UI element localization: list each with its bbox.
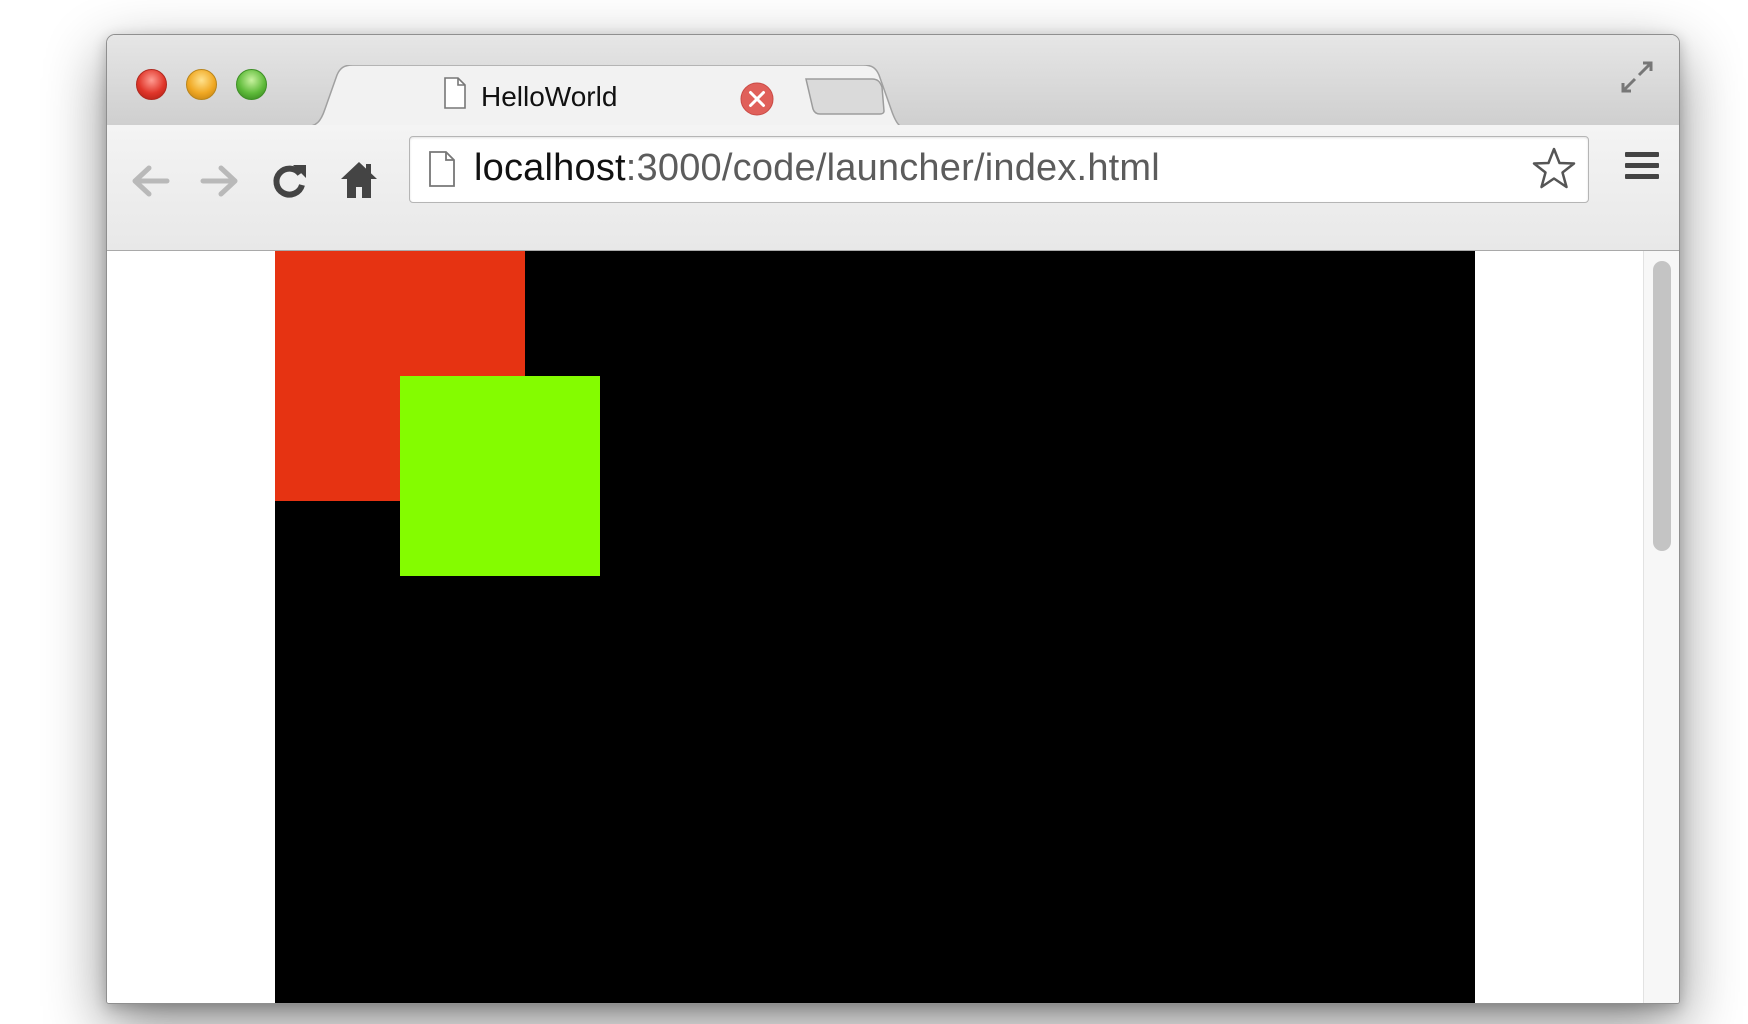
- window-close-button[interactable]: [136, 69, 167, 100]
- document-icon: [444, 77, 466, 109]
- vertical-scrollbar[interactable]: [1643, 251, 1679, 1003]
- fullscreen-icon[interactable]: [1619, 59, 1655, 95]
- document-icon: [429, 151, 455, 187]
- url-text[interactable]: localhost:3000/code/launcher/index.html: [474, 147, 1160, 190]
- scrollbar-thumb[interactable]: [1653, 261, 1671, 551]
- new-tab-button[interactable]: [804, 77, 886, 115]
- tab-title: HelloWorld: [481, 81, 618, 112]
- close-icon[interactable]: [739, 81, 775, 117]
- menu-icon[interactable]: [1625, 148, 1659, 184]
- url-path: :3000/code/launcher/index.html: [625, 147, 1160, 189]
- game-canvas[interactable]: [275, 251, 1475, 1003]
- green-square: [400, 376, 600, 576]
- forward-arrow-icon[interactable]: [199, 163, 241, 199]
- star-icon[interactable]: [1530, 145, 1578, 193]
- tab-strip: HelloWorld: [107, 35, 1679, 127]
- page-viewport: [107, 251, 1679, 1003]
- tab-helloworld[interactable]: HelloWorld: [303, 65, 903, 127]
- url-host: localhost: [474, 147, 626, 189]
- back-arrow-icon[interactable]: [129, 163, 171, 199]
- window-minimize-button[interactable]: [186, 69, 217, 100]
- browser-window: HelloWorld localhost:3000/code/launcher/…: [106, 34, 1680, 1004]
- home-icon[interactable]: [339, 159, 379, 201]
- window-maximize-button[interactable]: [236, 69, 267, 100]
- address-bar[interactable]: localhost:3000/code/launcher/index.html: [409, 136, 1589, 203]
- reload-icon[interactable]: [269, 161, 309, 201]
